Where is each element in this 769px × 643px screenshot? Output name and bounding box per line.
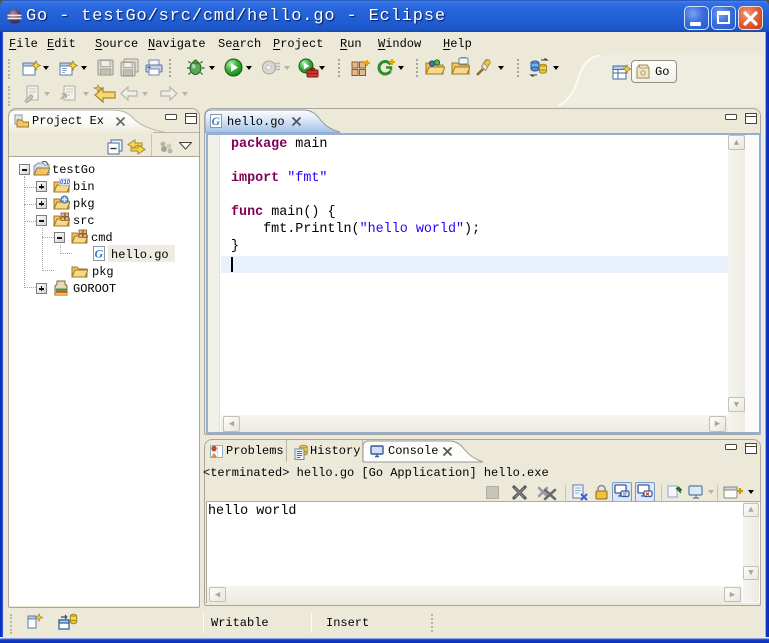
svg-text:G: G bbox=[212, 116, 221, 128]
svg-text:010: 010 bbox=[60, 180, 70, 186]
svg-text:G: G bbox=[95, 247, 104, 261]
